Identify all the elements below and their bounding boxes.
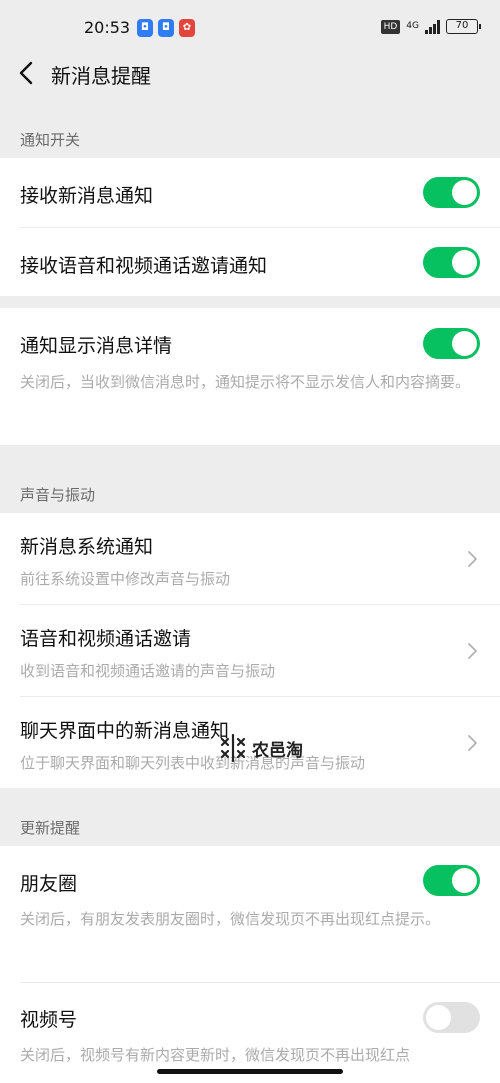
status-time: 20:53 xyxy=(84,18,131,37)
row-subtitle: 前往系统设置中修改声音与振动 xyxy=(20,570,231,588)
moments-toggle[interactable] xyxy=(423,865,480,896)
chevron-right-icon xyxy=(468,735,477,751)
row-subtitle: 位于聊天界面和聊天列表中收到新消息的声音与振动 xyxy=(20,754,366,772)
row-title: 通知显示消息详情 xyxy=(20,335,173,357)
row-receive-call: 接收语音和视频通话邀请通知 xyxy=(0,228,500,296)
signal-icon xyxy=(425,19,440,34)
card-show-detail: 通知显示消息详情 关闭后，当收到微信消息时，通知提示将不显示发信人和内容摘要。 xyxy=(0,308,500,445)
section-label-sound: 声音与振动 xyxy=(20,486,96,504)
row-title: 接收语音和视频通话邀请通知 xyxy=(20,255,268,277)
row-subtitle: 关闭后，当收到微信消息时，通知提示将不显示发信人和内容摘要。 xyxy=(20,373,471,391)
chevron-right-icon xyxy=(468,551,477,567)
section-label-notify-switch: 通知开关 xyxy=(20,131,81,149)
page-title: 新消息提醒 xyxy=(51,64,151,88)
app-blue-icon: ◘ xyxy=(137,19,153,37)
row-title: 接收新消息通知 xyxy=(20,185,154,207)
hd-icon: HD xyxy=(380,19,401,34)
row-subtitle: 收到语音和视频通话邀请的声音与振动 xyxy=(20,662,276,680)
chevron-right-icon xyxy=(468,643,477,659)
row-title: 聊天界面中的新消息通知 xyxy=(20,720,230,742)
watermark-logo-icon xyxy=(220,733,246,763)
row-call-invite[interactable]: 语音和视频通话邀请 收到语音和视频通话邀请的声音与振动 xyxy=(0,605,500,696)
row-system-notify[interactable]: 新消息系统通知 前往系统设置中修改声音与振动 xyxy=(0,513,500,604)
show-detail-toggle[interactable] xyxy=(423,328,480,359)
row-title: 朋友圈 xyxy=(20,873,78,895)
system-icons: HD 4G 70 xyxy=(380,19,481,34)
chevron-left-icon[interactable] xyxy=(14,58,40,88)
receive-new-toggle[interactable] xyxy=(423,177,480,208)
network-label: 4G xyxy=(406,21,419,31)
watermark: 农邑淘 xyxy=(218,733,303,763)
app-blue-icon: ◘ xyxy=(158,19,174,37)
home-indicator[interactable] xyxy=(157,1069,343,1074)
card-update: 朋友圈 关闭后，有朋友发表朋友圈时，微信发现页不再出现红点提示。 视频号 关闭后… xyxy=(0,846,500,1083)
row-title: 新消息系统通知 xyxy=(20,536,154,558)
nav-bar: 新消息提醒 xyxy=(0,48,500,98)
app-red-icon: ✿ xyxy=(179,19,195,37)
row-subtitle: 关闭后，有朋友发表朋友圈时，微信发现页不再出现红点提示。 xyxy=(20,910,441,928)
battery-icon: 70 xyxy=(446,19,481,34)
card-notify-switch: 接收新消息通知 接收语音和视频通话邀请通知 xyxy=(0,158,500,296)
row-receive-new: 接收新消息通知 xyxy=(0,158,500,227)
channels-toggle[interactable] xyxy=(423,1002,480,1033)
receive-call-toggle[interactable] xyxy=(423,247,480,278)
row-title: 视频号 xyxy=(20,1009,78,1031)
row-subtitle: 关闭后，视频号有新内容更新时，微信发现页不再出现红点 xyxy=(20,1046,411,1064)
row-moments: 朋友圈 关闭后，有朋友发表朋友圈时，微信发现页不再出现红点提示。 xyxy=(0,846,500,982)
watermark-text: 农邑淘 xyxy=(252,740,303,761)
row-show-detail: 通知显示消息详情 关闭后，当收到微信消息时，通知提示将不显示发信人和内容摘要。 xyxy=(0,308,500,445)
row-title: 语音和视频通话邀请 xyxy=(20,628,192,650)
row-channels: 视频号 关闭后，视频号有新内容更新时，微信发现页不再出现红点 xyxy=(0,983,500,1083)
section-label-update: 更新提醒 xyxy=(20,819,81,837)
